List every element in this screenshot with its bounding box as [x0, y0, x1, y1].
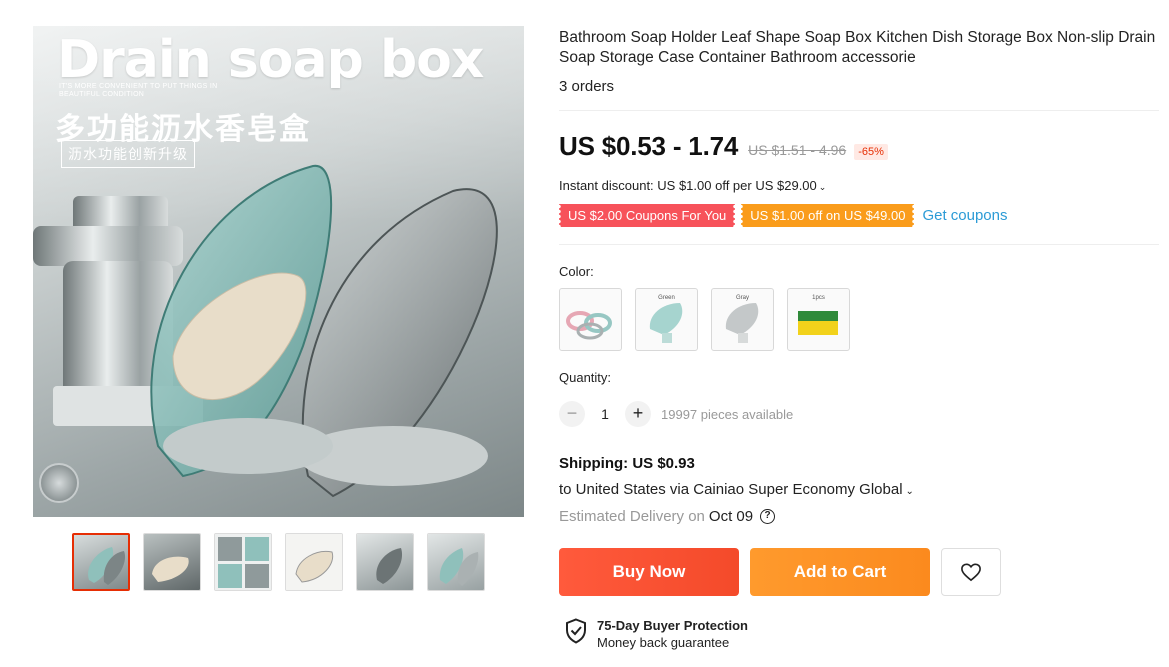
instant-discount-text: Instant discount: US $1.00 off per US $2… [559, 178, 817, 193]
thumbnail-4[interactable] [285, 533, 343, 591]
quantity-label: Quantity: [559, 370, 612, 385]
protection-subtitle: Money back guarantee [597, 635, 730, 650]
coupon-store[interactable]: US $2.00 Coupons For You [556, 204, 738, 227]
quantity-stepper: − 1 + 19997 pieces available [559, 401, 793, 427]
color-option-gray[interactable]: Gray [711, 288, 774, 351]
color-swatches: Green Gray 1pcs [559, 288, 850, 351]
brand-logo [39, 463, 79, 503]
thumbnail-1[interactable] [72, 533, 130, 591]
discount-badge: -65% [854, 144, 888, 160]
orders-count: 3 orders [559, 78, 615, 95]
chevron-down-icon: ⌄ [905, 486, 914, 497]
protection-title: 75-Day Buyer Protection [597, 618, 748, 633]
divider [559, 110, 1159, 111]
shipping-route[interactable]: to United States via Cainiao Super Econo… [559, 481, 914, 498]
price-row: US $0.53 - 1.74 US $1.51 - 4.96 -65% [559, 131, 888, 162]
faucet-illustration [33, 164, 498, 498]
buy-now-button[interactable]: Buy Now [559, 548, 739, 596]
quantity-value[interactable]: 1 [585, 406, 625, 422]
estimated-delivery: Estimated Delivery on Oct 09 ? [559, 508, 776, 525]
thumbnail-2[interactable] [143, 533, 201, 591]
product-title: Bathroom Soap Holder Leaf Shape Soap Box… [559, 29, 1156, 66]
thumbnail-strip [72, 533, 485, 591]
action-buttons: Buy Now Add to Cart [559, 548, 1001, 596]
buyer-protection: 75-Day Buyer Protection Money back guara… [565, 618, 748, 650]
shipping-cost: Shipping: US $0.93 [559, 455, 695, 472]
color-option-mixed[interactable] [559, 288, 622, 351]
delivery-label: Estimated Delivery on [559, 508, 705, 525]
thumbnail-6[interactable] [427, 533, 485, 591]
help-icon[interactable]: ? [760, 509, 776, 524]
image-headline: Drain soap box [57, 30, 484, 90]
get-coupons-link[interactable]: Get coupons [922, 207, 1007, 224]
divider [559, 244, 1159, 245]
coupon-discount[interactable]: US $1.00 off on US $49.00 [739, 204, 917, 227]
main-product-image[interactable]: Drain soap box IT'S MORE CONVENIENT TO P… [33, 26, 524, 517]
thumbnail-3[interactable] [214, 533, 272, 591]
original-price: US $1.51 - 4.96 [748, 142, 847, 158]
delivery-date: Oct 09 [708, 508, 754, 525]
instant-discount[interactable]: Instant discount: US $1.00 off per US $2… [559, 178, 826, 193]
shield-check-icon [566, 618, 586, 644]
coupons-row: US $2.00 Coupons For You US $1.00 off on… [556, 204, 1008, 227]
chevron-down-icon: ⌄ [818, 182, 827, 192]
current-price: US $0.53 - 1.74 [559, 131, 739, 161]
stock-available: 19997 pieces available [661, 406, 794, 422]
quantity-increase-button[interactable]: + [625, 401, 651, 427]
color-option-green[interactable]: Green [635, 288, 698, 351]
heart-icon [961, 563, 981, 582]
thumbnail-5[interactable] [356, 533, 414, 591]
quantity-decrease-button[interactable]: − [559, 401, 585, 427]
wishlist-button[interactable] [941, 548, 1001, 596]
image-cn-badge: 沥水功能创新升级 [61, 140, 195, 168]
color-label: Color: [559, 264, 594, 279]
add-to-cart-button[interactable]: Add to Cart [750, 548, 930, 596]
image-subline: IT'S MORE CONVENIENT TO PUT THINGS IN BE… [59, 83, 218, 98]
shipping-route-text: to United States via Cainiao Super Econo… [559, 481, 903, 498]
color-option-sponge[interactable]: 1pcs [787, 288, 850, 351]
